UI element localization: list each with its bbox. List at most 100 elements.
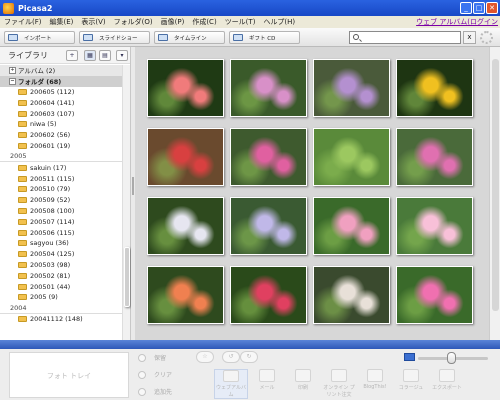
folder-item[interactable]: 200501 (44) [0, 281, 122, 292]
export-button[interactable]: エクスポート [430, 369, 464, 399]
folder-item[interactable]: 200503 (98) [0, 260, 122, 271]
minimize-button[interactable]: _ [460, 2, 472, 14]
albums-group[interactable]: + アルバム (2) [0, 65, 122, 76]
star-button[interactable]: ☆ [196, 351, 214, 363]
menu-view[interactable]: 表示(V) [77, 17, 109, 27]
folder-icon [18, 142, 27, 149]
photo-tray-panel: フォト トレイ 保留 クリア 追加先 ☆ ↺ ↻ ウェブアルバム メール 印刷 … [0, 349, 500, 400]
splitter-grip-icon [132, 177, 134, 195]
photo-thumbnail-yellow-lily[interactable] [396, 59, 473, 117]
folder-item[interactable]: 200511 (115) [0, 173, 122, 184]
clear-tray-label: クリア [154, 372, 173, 379]
folder-label: 200604 (141) [30, 98, 75, 107]
photo-thumbnail-garden-flowers[interactable] [230, 128, 307, 186]
photo-thumbnail-pink-dianthus[interactable] [396, 266, 473, 324]
photo-thumbnail-white-bag-on-plant[interactable] [313, 266, 390, 324]
zoom-icon [404, 353, 415, 361]
photo-thumbnail-purple-hydrangea[interactable] [313, 59, 390, 117]
photo-thumbnail-pink-hydrangea[interactable] [230, 59, 307, 117]
blogthis-button[interactable]: BlogThis! [358, 369, 392, 399]
email-button[interactable]: メール [250, 369, 284, 399]
print-button[interactable]: 印刷 [286, 369, 320, 399]
menu-edit[interactable]: 編集(E) [46, 17, 78, 27]
folder-icon [18, 88, 27, 95]
photo-grid-scrollbar[interactable] [489, 47, 500, 340]
photo-thumbnail-pink-lily-pots[interactable] [396, 128, 473, 186]
clear-search-button[interactable]: x [463, 31, 476, 44]
folder-item[interactable]: 200604 (141) [0, 97, 122, 108]
menu-create[interactable]: 作成(C) [188, 17, 220, 27]
add-folder-icon[interactable]: + [66, 50, 78, 61]
folder-tree: + アルバム (2) − フォルダ (68) 200605 (112) 2006… [0, 65, 122, 340]
folder-item[interactable]: 200502 (81) [0, 270, 122, 281]
menu-tools[interactable]: ツール(T) [221, 17, 260, 27]
folder-item[interactable]: 200603 (107) [0, 108, 122, 119]
folder-item[interactable]: 200506 (115) [0, 227, 122, 238]
folder-label: 200506 (115) [30, 228, 75, 237]
import-label: インポート [24, 35, 52, 42]
photo-tray[interactable]: フォト トレイ [9, 352, 129, 398]
folder-item[interactable]: 200507 (114) [0, 216, 122, 227]
collage-button[interactable]: コラージュ [394, 369, 428, 399]
folder-item[interactable]: 200605 (112) [0, 87, 122, 98]
menu-help[interactable]: ヘルプ(H) [259, 17, 299, 27]
photo-grid-scrollbar-thumb[interactable] [492, 59, 499, 311]
menu-file[interactable]: ファイル(F) [0, 17, 46, 27]
photo-thumbnail-green-leaves[interactable] [313, 128, 390, 186]
folder-item[interactable]: 2005 (9) [0, 292, 122, 303]
folder-label: 200511 (115) [30, 174, 75, 183]
photo-thumbnail-pink-rose[interactable] [147, 59, 224, 117]
folder-item[interactable]: 200509 (52) [0, 195, 122, 206]
close-button[interactable]: ✕ [486, 2, 498, 14]
photo-grid [135, 47, 489, 340]
folder-item[interactable]: 200510 (79) [0, 184, 122, 195]
export-icon [439, 369, 455, 382]
photo-thumbnail-red-flowers-bush[interactable] [230, 266, 307, 324]
window-title: Picasa2 [18, 3, 53, 13]
slideshow-button[interactable]: スライドショー [79, 31, 150, 44]
library-scrollbar-thumb[interactable] [124, 247, 130, 307]
list-view-icon[interactable]: ▤ [99, 50, 111, 61]
folder-item[interactable]: sagyou (36) [0, 238, 122, 249]
folder-icon [18, 207, 27, 214]
folder-item[interactable]: 200602 (56) [0, 130, 122, 141]
clear-tray-button[interactable]: クリア [138, 370, 172, 379]
photo-thumbnail-pink-flower-closeup[interactable] [396, 197, 473, 255]
folder-label: sakuin (17) [30, 163, 67, 172]
zoom-slider-handle[interactable] [447, 352, 456, 364]
photo-thumbnail-potted-red-flowers[interactable] [147, 128, 224, 186]
expand-icon[interactable]: + [9, 66, 16, 74]
photo-thumbnail-blue-hydrangea[interactable] [230, 197, 307, 255]
folder-item[interactable]: 200601 (19) [0, 141, 122, 152]
folder-item[interactable]: 200504 (125) [0, 249, 122, 260]
photo-thumbnail-orange-flowers[interactable] [147, 266, 224, 324]
view-menu-icon[interactable]: ▾ [116, 50, 128, 61]
search-input[interactable] [349, 31, 461, 44]
action-label: オンライン プリント注文 [323, 385, 355, 398]
folder-item[interactable]: niwa (5) [0, 119, 122, 130]
menu-picture[interactable]: 画像(P) [157, 17, 189, 27]
import-button[interactable]: インポート [4, 31, 75, 44]
order-prints-button[interactable]: オンライン プリント注文 [322, 369, 356, 399]
rotate-right-button[interactable]: ↻ [240, 351, 258, 363]
folders-label: フォルダ (68) [18, 78, 62, 87]
web-albums-link[interactable]: ウェブ アルバム(ログイン [416, 17, 498, 27]
folder-item[interactable]: sakuin (17) [0, 162, 122, 173]
timeline-button[interactable]: タイムライン [154, 31, 225, 44]
photo-thumbnail-pink-blossom[interactable] [313, 197, 390, 255]
folders-group[interactable]: − フォルダ (68) [0, 75, 122, 87]
folder-item[interactable]: 20041112 (148) [0, 314, 122, 325]
library-scrollbar[interactable] [122, 65, 130, 340]
collapse-icon[interactable]: − [9, 77, 16, 85]
rotate-left-button[interactable]: ↺ [222, 351, 240, 363]
grid-view-icon[interactable]: ▦ [84, 50, 96, 61]
gift-cd-button[interactable]: ギフト CD [229, 31, 300, 44]
photo-thumbnail-white-hydrangea[interactable] [147, 197, 224, 255]
add-to-button[interactable]: 追加先 [138, 387, 172, 396]
web-album-upload-button[interactable]: ウェブアルバム [214, 369, 248, 399]
hold-button[interactable]: 保留 [138, 353, 166, 362]
folder-item[interactable]: 200508 (100) [0, 206, 122, 217]
menu-folder[interactable]: フォルダ(O) [110, 17, 157, 27]
maximize-button[interactable]: □ [473, 2, 485, 14]
import-icon [8, 34, 18, 41]
